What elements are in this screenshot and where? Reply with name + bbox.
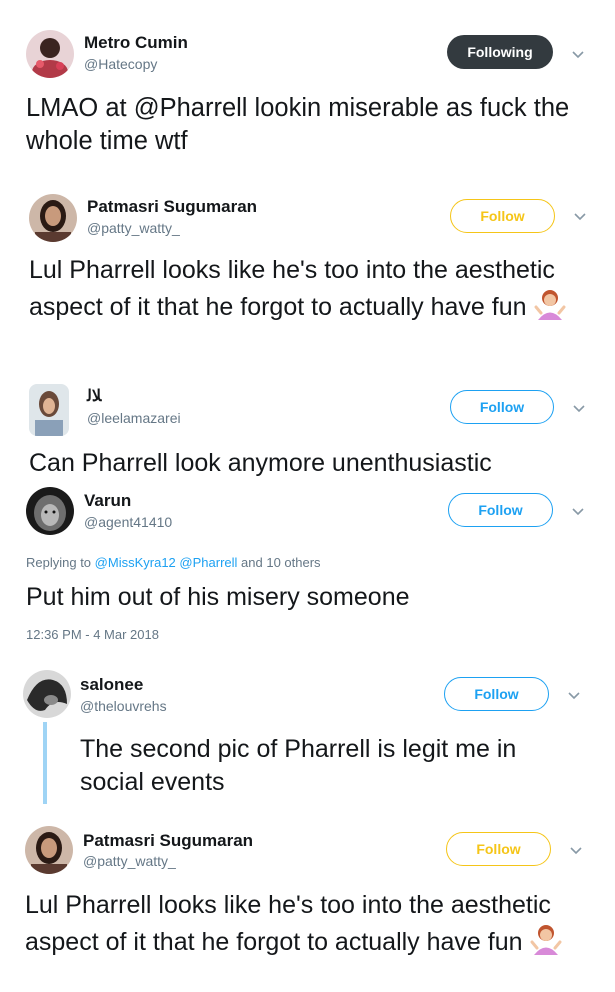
user-handle[interactable]: @thelouvrehs [80,698,167,714]
avatar[interactable] [26,487,74,535]
thread-connector-line [43,722,47,804]
tweet-6: Patmasri Sugumaran @patty_watty_ Follow … [0,820,615,992]
avatar[interactable] [23,670,71,718]
user-handle[interactable]: @patty_watty_ [83,853,176,869]
display-name[interactable]: salonee [80,675,143,695]
user-handle[interactable]: @leelamazarei [87,410,181,426]
avatar[interactable] [25,826,73,874]
follow-button[interactable]: Follow [448,493,553,527]
display-name[interactable]: Varun [84,491,131,511]
tweet-4: Varun @agent41410 Follow Replying to @Mi… [0,480,615,650]
user-handle[interactable]: @agent41410 [84,514,172,530]
user-handle[interactable]: @Hatecopy [84,56,157,72]
reply-mention-link[interactable]: @MissKyra12 [95,555,176,570]
avatar[interactable] [26,30,74,78]
chevron-down-icon[interactable] [571,400,587,416]
chevron-down-icon[interactable] [570,46,586,62]
following-button[interactable]: Following [447,35,553,69]
display-name[interactable]: Patmasri Sugumaran [83,831,253,851]
tweet-text: The second pic of Pharrell is legit me i… [80,735,517,796]
person-shrugging-emoji [533,287,567,330]
tweet-timestamp[interactable]: 12:36 PM - 4 Mar 2018 [26,627,159,642]
avatar-image [25,826,73,874]
tweet-text-content: Lul Pharrell looks like he's too into th… [25,891,551,956]
display-name[interactable]: ﻼﻟ [87,386,101,406]
avatar[interactable] [29,384,69,436]
follow-button[interactable]: Follow [450,199,555,233]
chevron-down-icon[interactable] [568,842,584,858]
tweet-5: salonee @thelouvrehs Follow The second p… [0,660,615,820]
reply-suffix[interactable]: and 10 others [241,555,321,570]
avatar-image [29,384,69,436]
avatar-image [26,30,74,78]
avatar-image [26,487,74,535]
person-shrugging-emoji [529,922,563,965]
avatar-image [29,194,77,242]
follow-button[interactable]: Follow [444,677,549,711]
tweet-text: Can Pharrell look anymore unenthusiastic [29,449,492,477]
chevron-down-icon[interactable] [572,208,588,224]
tweet-1: Metro Cumin @Hatecopy Following LMAO at … [0,0,615,170]
chevron-down-icon[interactable] [566,687,582,703]
avatar[interactable] [29,194,77,242]
follow-button[interactable]: Follow [446,832,551,866]
tweet-3: ﻼﻟ @leelamazarei Follow Can Pharrell loo… [0,380,615,480]
follow-button[interactable]: Follow [450,390,554,424]
avatar-image [23,670,71,718]
reply-context: Replying to @MissKyra12 @Pharrell and 10… [26,555,321,570]
display-name[interactable]: Metro Cumin [84,33,188,53]
display-name[interactable]: Patmasri Sugumaran [87,197,257,217]
tweet-text: Lul Pharrell looks like he's too into th… [25,889,565,965]
tweet-text: LMAO at @Pharrell lookin miserable as fu… [26,94,570,155]
chevron-down-icon[interactable] [570,503,586,519]
reply-mention-link[interactable]: @Pharrell [179,555,237,570]
tweet-text: Put him out of his misery someone [26,583,410,611]
tweet-2: Patmasri Sugumaran @patty_watty_ Follow … [0,170,615,370]
reply-prefix: Replying to [26,555,92,570]
tweet-text: Lul Pharrell looks like he's too into th… [29,254,569,330]
user-handle[interactable]: @patty_watty_ [87,220,180,236]
tweet-text-content: Lul Pharrell looks like he's too into th… [29,256,555,321]
